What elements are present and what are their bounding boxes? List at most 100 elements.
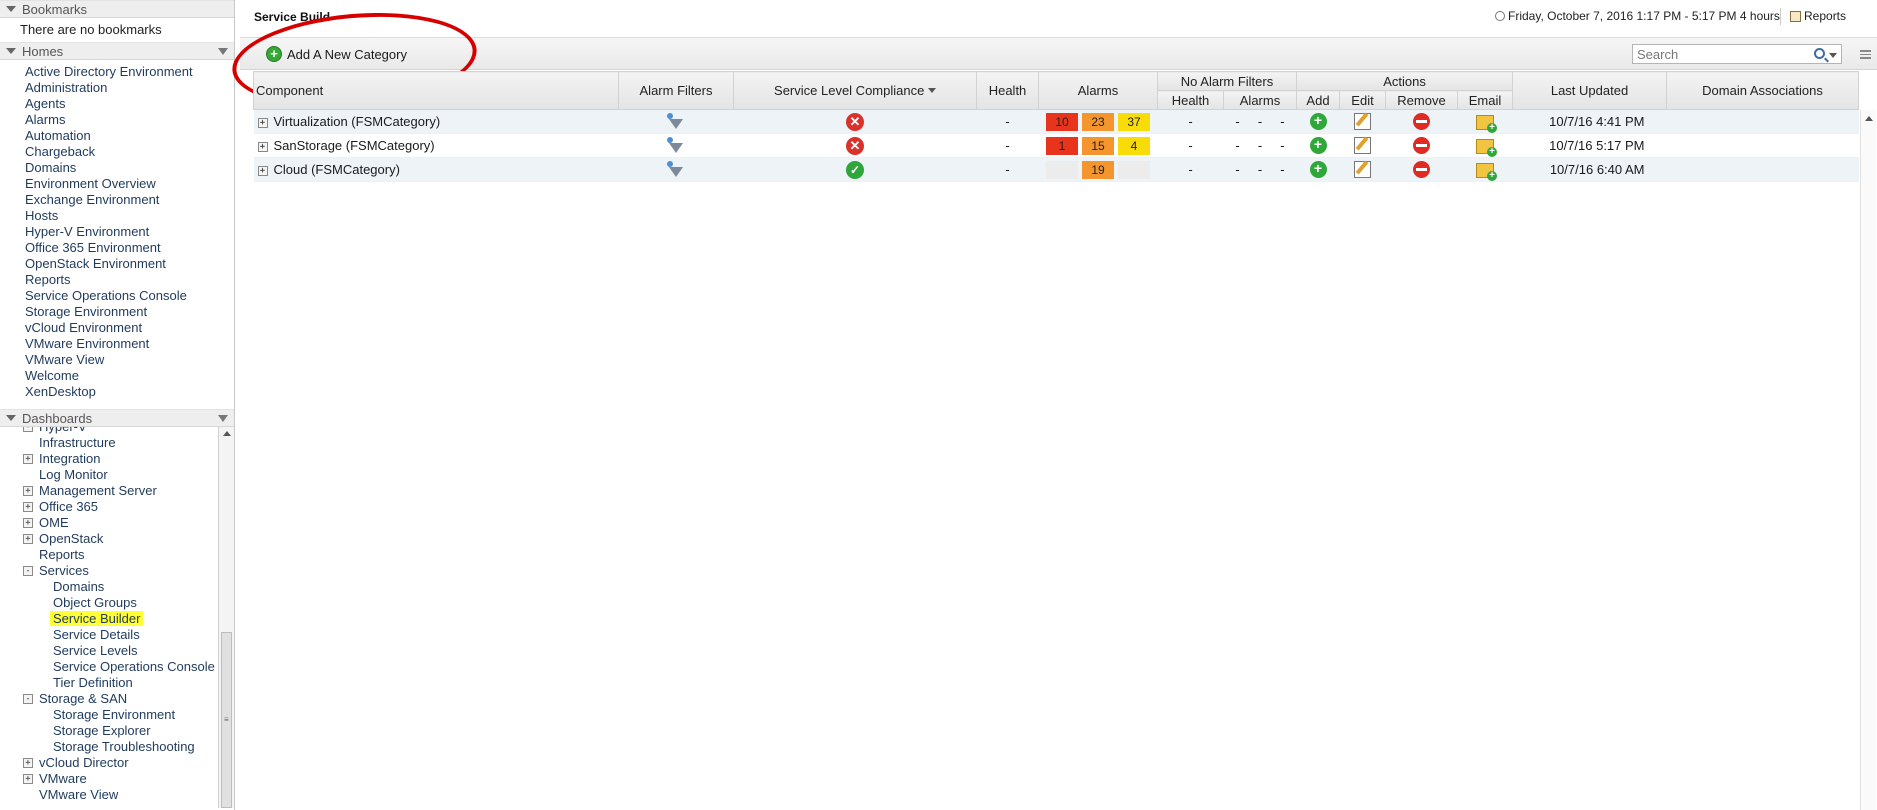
add-icon[interactable]: + bbox=[1309, 161, 1327, 179]
collapse-icon[interactable] bbox=[6, 6, 16, 12]
home-link[interactable]: Active Directory Environment bbox=[25, 64, 234, 80]
expand-icon[interactable]: + bbox=[23, 454, 33, 464]
tree-item[interactable]: - Services bbox=[0, 563, 218, 579]
col-service-level-compliance[interactable]: Service Level Compliance bbox=[733, 71, 977, 110]
col-naf-health[interactable]: Health bbox=[1157, 90, 1224, 110]
tree-item[interactable]: + OME bbox=[0, 515, 218, 531]
component-cell[interactable]: + Virtualization (FSMCategory) bbox=[253, 109, 619, 134]
collapse-icon[interactable]: - bbox=[23, 427, 33, 432]
expand-icon[interactable]: + bbox=[257, 142, 268, 152]
expand-icon[interactable]: + bbox=[257, 166, 268, 176]
tree-item[interactable]: - Storage & SAN bbox=[0, 691, 218, 707]
alarm-filter-icon[interactable] bbox=[667, 160, 685, 179]
tree-item[interactable]: VMware View bbox=[0, 787, 218, 803]
home-link[interactable]: Office 365 Environment bbox=[25, 240, 234, 256]
table-scrollbar[interactable] bbox=[1860, 110, 1876, 810]
alarm-filter-icon[interactable] bbox=[667, 136, 685, 155]
tree-item[interactable]: + VMware bbox=[0, 771, 218, 787]
tree-item[interactable]: Service Levels bbox=[0, 643, 218, 659]
alarm-filters-cell[interactable] bbox=[618, 109, 734, 134]
alarm-count-badge[interactable] bbox=[1118, 160, 1150, 179]
expand-icon[interactable]: + bbox=[257, 118, 268, 128]
tree-item[interactable]: Storage Environment bbox=[0, 707, 218, 723]
tree-item[interactable]: + Integration bbox=[0, 451, 218, 467]
edit-icon[interactable] bbox=[1354, 137, 1371, 155]
tree-item[interactable]: Reports bbox=[0, 547, 218, 563]
alarm-filters-cell[interactable] bbox=[618, 157, 734, 182]
home-link[interactable]: Alarms bbox=[25, 112, 234, 128]
add-icon[interactable]: + bbox=[1309, 113, 1327, 131]
col-alarms[interactable]: Alarms bbox=[1038, 71, 1158, 110]
home-link[interactable]: Chargeback bbox=[25, 144, 234, 160]
tree-item[interactable]: + OpenStack bbox=[0, 531, 218, 547]
col-naf-alarms[interactable]: Alarms bbox=[1223, 90, 1297, 110]
add-icon[interactable]: + bbox=[1309, 137, 1327, 155]
home-link[interactable]: vCloud Environment bbox=[25, 320, 234, 336]
alarm-filter-icon[interactable] bbox=[667, 112, 685, 131]
tree-item[interactable]: Infrastructure bbox=[0, 435, 218, 451]
home-link[interactable]: Domains bbox=[25, 160, 234, 176]
alarms-cell[interactable]: 19 bbox=[1038, 157, 1158, 182]
table-row[interactable]: +SanStorage (FSMCategory)✕-1154-- - -+10… bbox=[253, 133, 1859, 158]
tree-item[interactable]: Service Builder bbox=[0, 611, 218, 627]
tree-item[interactable]: + vCloud Director bbox=[0, 755, 218, 771]
collapse-icon[interactable] bbox=[6, 48, 16, 54]
tree-item[interactable]: Domains bbox=[0, 579, 218, 595]
home-link[interactable]: Hosts bbox=[25, 208, 234, 224]
remove-icon[interactable] bbox=[1413, 161, 1430, 179]
alarm-count-badge[interactable]: 4 bbox=[1118, 136, 1150, 155]
home-link[interactable]: XenDesktop bbox=[25, 384, 234, 400]
col-alarm-filters[interactable]: Alarm Filters bbox=[618, 71, 734, 110]
home-link[interactable]: Storage Environment bbox=[25, 304, 234, 320]
tree-item[interactable]: Tier Definition bbox=[0, 675, 218, 691]
col-component[interactable]: Component bbox=[253, 71, 619, 110]
home-link[interactable]: Exchange Environment bbox=[25, 192, 234, 208]
home-link[interactable]: VMware Environment bbox=[25, 336, 234, 352]
expand-icon[interactable]: + bbox=[23, 534, 33, 544]
tree-item[interactable]: + Office 365 bbox=[0, 499, 218, 515]
expand-icon[interactable]: + bbox=[23, 774, 33, 784]
tree-item[interactable]: Log Monitor bbox=[0, 467, 218, 483]
tree-item[interactable]: - Hyper-V bbox=[0, 427, 218, 435]
collapse-icon[interactable]: - bbox=[23, 566, 33, 576]
home-link[interactable]: Welcome bbox=[25, 368, 234, 384]
home-link[interactable]: Automation bbox=[25, 128, 234, 144]
expand-icon[interactable]: + bbox=[23, 758, 33, 768]
alarms-cell[interactable]: 1 15 4 bbox=[1038, 133, 1158, 158]
search-icon[interactable] bbox=[1814, 48, 1825, 59]
scroll-up-icon[interactable] bbox=[1865, 116, 1873, 121]
column-menu-icon[interactable] bbox=[1860, 50, 1871, 59]
alarm-count-badge[interactable]: 37 bbox=[1118, 112, 1150, 131]
homes-header[interactable]: Homes bbox=[0, 42, 234, 60]
scrollbar-thumb[interactable]: ≡ bbox=[221, 632, 232, 808]
tree-item[interactable]: Service Details bbox=[0, 627, 218, 643]
alarms-cell[interactable]: 10 23 37 bbox=[1038, 109, 1158, 134]
alarm-count-badge[interactable]: 1 bbox=[1046, 136, 1078, 155]
component-name[interactable]: Cloud (FSMCategory) bbox=[274, 162, 400, 177]
email-folder-icon[interactable] bbox=[1476, 114, 1497, 133]
bookmarks-header[interactable]: Bookmarks bbox=[0, 0, 234, 18]
tree-item[interactable]: Service Operations Console bbox=[0, 659, 218, 675]
home-link[interactable]: VMware View bbox=[25, 352, 234, 368]
home-link[interactable]: Administration bbox=[25, 80, 234, 96]
remove-icon[interactable] bbox=[1413, 113, 1430, 131]
alarm-count-badge[interactable] bbox=[1046, 160, 1078, 179]
chevron-down-icon[interactable] bbox=[1829, 53, 1837, 58]
filter-icon[interactable] bbox=[218, 48, 228, 55]
table-row[interactable]: + Virtualization (FSMCategory) ✕ -10 23 37- - … bbox=[253, 109, 1859, 134]
alarm-count-badge[interactable]: 19 bbox=[1082, 160, 1114, 179]
edit-icon[interactable] bbox=[1354, 113, 1371, 131]
tree-item[interactable]: + Management Server bbox=[0, 483, 218, 499]
sidebar-scrollbar[interactable]: ≡ bbox=[218, 427, 234, 808]
component-name[interactable]: Virtualization (FSMCategory) bbox=[274, 114, 441, 129]
tree-item[interactable]: Storage Troubleshooting bbox=[0, 739, 218, 755]
collapse-icon[interactable] bbox=[6, 415, 16, 421]
add-category-button[interactable]: + Add A New Category bbox=[266, 46, 407, 62]
component-cell[interactable]: + Cloud (FSMCategory) bbox=[253, 157, 619, 182]
time-range-selector[interactable]: Friday, October 7, 2016 1:17 PM - 5:17 P… bbox=[1495, 9, 1800, 23]
search-box[interactable] bbox=[1632, 44, 1842, 64]
collapse-icon[interactable]: - bbox=[23, 694, 33, 704]
alarm-count-badge[interactable]: 23 bbox=[1082, 112, 1114, 131]
search-input[interactable] bbox=[1637, 46, 1797, 62]
tree-item[interactable]: Storage Explorer bbox=[0, 723, 218, 739]
